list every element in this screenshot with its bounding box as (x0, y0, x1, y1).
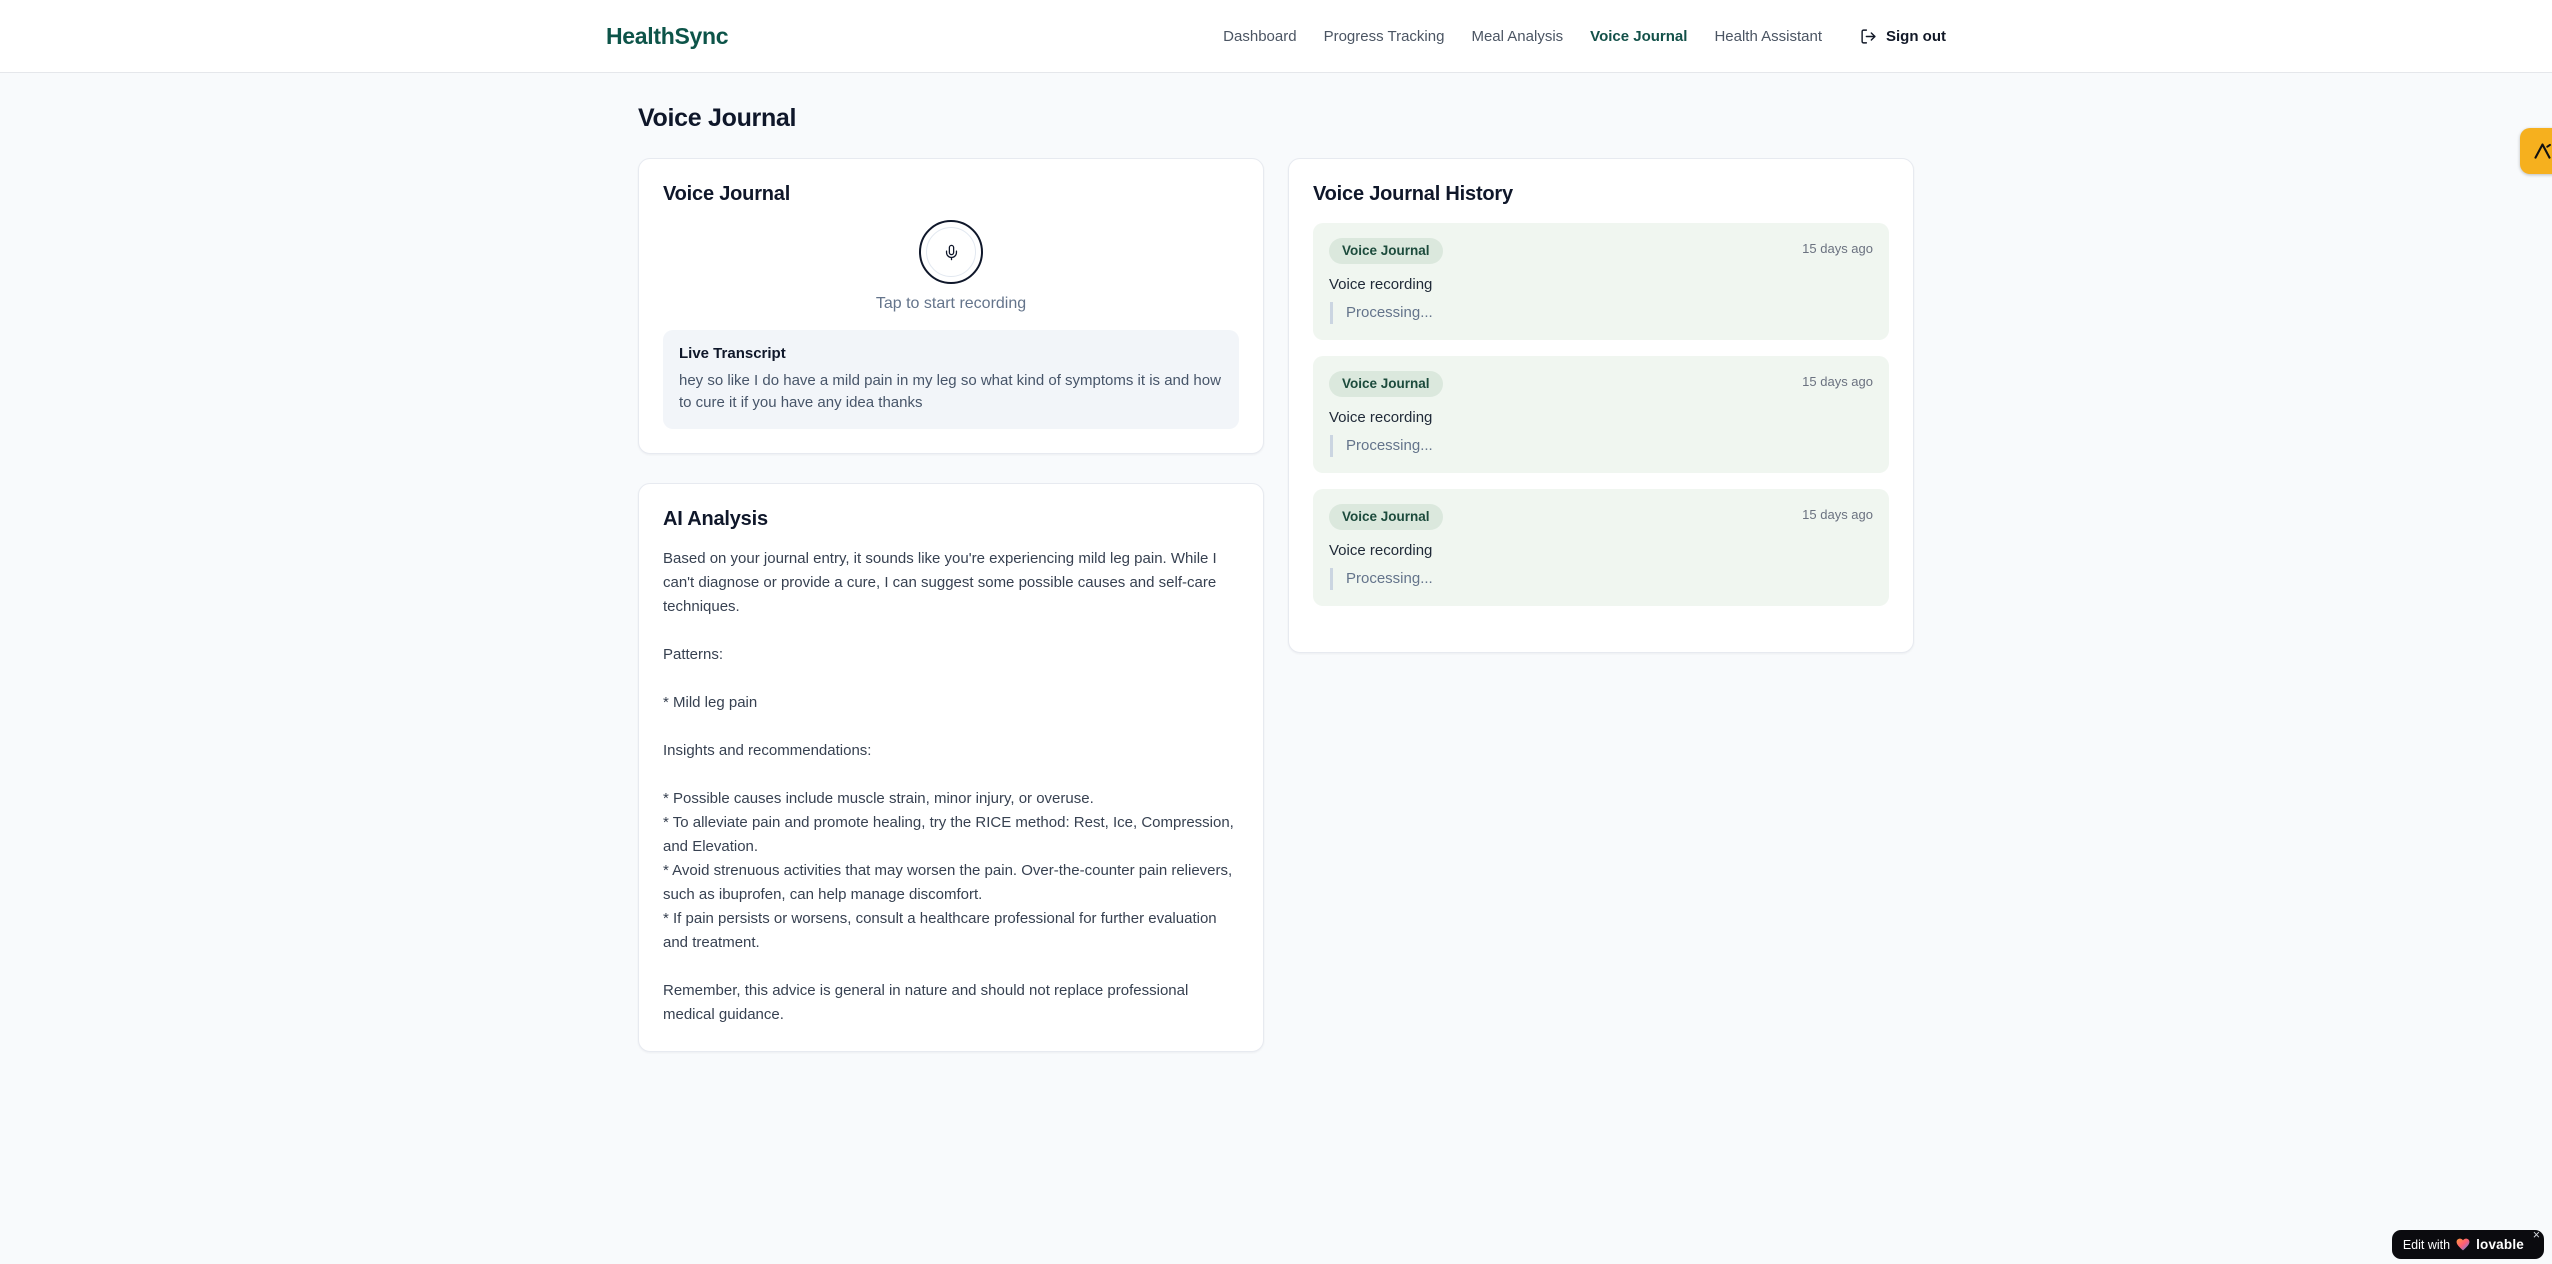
lovable-badge-prefix: Edit with (2402, 1237, 2451, 1252)
nav-item-progress-tracking[interactable]: Progress Tracking (1324, 28, 1445, 45)
top-nav: HealthSync Dashboard Progress Tracking Mea… (0, 0, 2552, 73)
ai-analysis-text: Based on your journal entry, it sounds l… (663, 550, 1234, 1023)
main-nav: Dashboard Progress Tracking Meal Analysis V… (1223, 28, 1946, 45)
entry-type-badge: Voice Journal (1329, 504, 1443, 530)
lovable-badge[interactable]: Edit with lovable × (2391, 1229, 2544, 1259)
history-list: Voice Journal 15 days ago Voice recording P… (1313, 223, 1889, 606)
nav-item-meal-analysis[interactable]: Meal Analysis (1471, 28, 1563, 45)
history-card-title: Voice Journal History (1313, 183, 1513, 205)
live-transcript-box: Live Transcript hey so like I do have a … (663, 330, 1239, 429)
entry-title: Voice recording (1329, 542, 1433, 559)
sign-out-label: Sign out (1886, 27, 1946, 45)
entry-title: Voice recording (1329, 409, 1433, 426)
heart-icon (2456, 1238, 2470, 1251)
nav-item-health-assistant[interactable]: Health Assistant (1714, 28, 1822, 45)
tap-to-record-label: Tap to start recording (875, 295, 1027, 312)
history-entry[interactable]: Voice Journal 15 days ago Voice recording P… (1313, 356, 1889, 473)
record-button[interactable] (919, 220, 983, 284)
entry-title: Voice recording (1329, 276, 1433, 293)
ai-analysis-title: AI Analysis (663, 508, 768, 530)
lovable-side-tag-button[interactable] (2520, 128, 2552, 174)
history-entry[interactable]: Voice Journal 15 days ago Voice recording P… (1313, 489, 1889, 606)
nav-item-dashboard[interactable]: Dashboard (1223, 28, 1296, 45)
lovable-badge-brand: lovable (2476, 1237, 2524, 1252)
recorder-card-title: Voice Journal (663, 183, 791, 205)
entry-type-badge: Voice Journal (1329, 238, 1443, 264)
log-out-icon (1861, 28, 1876, 44)
lovable-tag-icon (2534, 142, 2551, 159)
entry-status: Processing... (1330, 568, 1873, 590)
live-transcript-text: hey so like I do have a mild pain in my … (679, 372, 1221, 411)
entry-status: Processing... (1330, 435, 1873, 457)
microphone-icon (945, 244, 957, 260)
record-button-ring (926, 227, 976, 277)
nav-links: Dashboard Progress Tracking Meal Analysis V… (1223, 28, 1822, 45)
entry-timestamp: 15 days ago (1802, 374, 1873, 389)
entry-timestamp: 15 days ago (1802, 241, 1873, 256)
close-icon[interactable]: × (2533, 1229, 2540, 1242)
entry-timestamp: 15 days ago (1802, 507, 1873, 522)
nav-item-voice-journal[interactable]: Voice Journal (1590, 28, 1687, 45)
sign-out-button[interactable]: Sign out (1860, 28, 1946, 45)
live-transcript-title: Live Transcript (679, 345, 786, 362)
voice-recorder-card: Voice Journal Tap to start recording Liv… (638, 158, 1264, 454)
brand-logo[interactable]: HealthSync (606, 23, 729, 50)
page-title: Voice Journal (638, 104, 797, 132)
entry-status: Processing... (1330, 302, 1873, 324)
main-content: Voice Journal Voice Journal Tap to start… (638, 104, 1914, 1052)
voice-journal-history-card: Voice Journal History Voice Journal 15 da… (1288, 158, 1914, 653)
entry-type-badge: Voice Journal (1329, 371, 1443, 397)
ai-analysis-card: AI Analysis Based on your journal entry,… (638, 483, 1264, 1052)
history-entry[interactable]: Voice Journal 15 days ago Voice recording P… (1313, 223, 1889, 340)
